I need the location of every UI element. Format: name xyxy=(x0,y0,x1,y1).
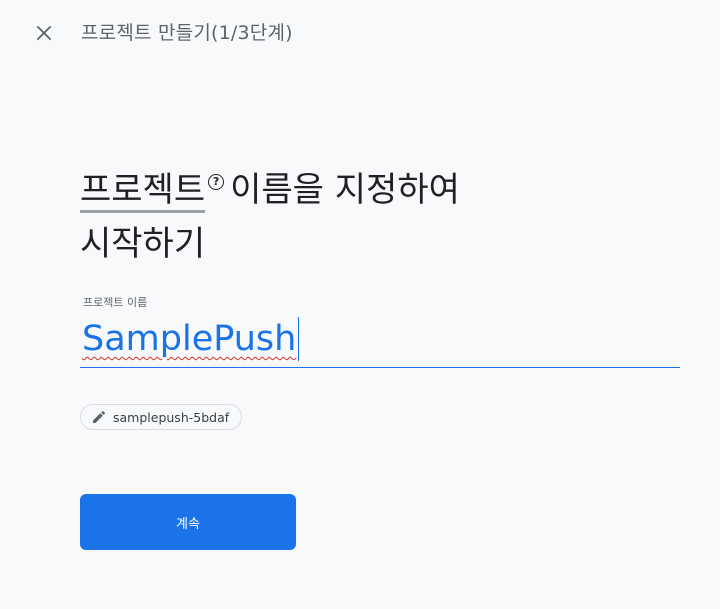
project-name-input[interactable]: SamplePush xyxy=(80,313,680,368)
project-name-value[interactable]: SamplePush xyxy=(82,317,300,361)
text-caret xyxy=(298,317,300,361)
heading-line2: 시작하기 xyxy=(80,224,206,264)
continue-button-label: 계속 xyxy=(176,516,200,532)
help-circle-icon[interactable]: ? xyxy=(208,174,225,190)
continue-button[interactable]: 계속 xyxy=(80,494,296,550)
heading-line1-rest: 이름을 지정하여 xyxy=(230,170,460,210)
page-title: 프로젝트 만들기(1/3단계) xyxy=(81,22,293,44)
create-project-page: 프로젝트 만들기(1/3단계) 프로젝트? 이름을 지정하여 시작하기 프로젝트 … xyxy=(0,0,720,609)
project-name-label: 프로젝트 이름 xyxy=(83,296,148,309)
project-name-text: SamplePush xyxy=(82,319,297,359)
project-term-link[interactable]: 프로젝트 xyxy=(80,171,206,213)
project-id-chip[interactable]: samplepush-5bdaf xyxy=(80,404,243,430)
pencil-icon xyxy=(93,410,106,423)
close-button[interactable] xyxy=(30,19,58,47)
heading: 프로젝트? 이름을 지정하여 시작하기 xyxy=(80,163,640,271)
project-id-text: samplepush-5bdaf xyxy=(113,409,230,425)
close-icon xyxy=(36,25,52,41)
